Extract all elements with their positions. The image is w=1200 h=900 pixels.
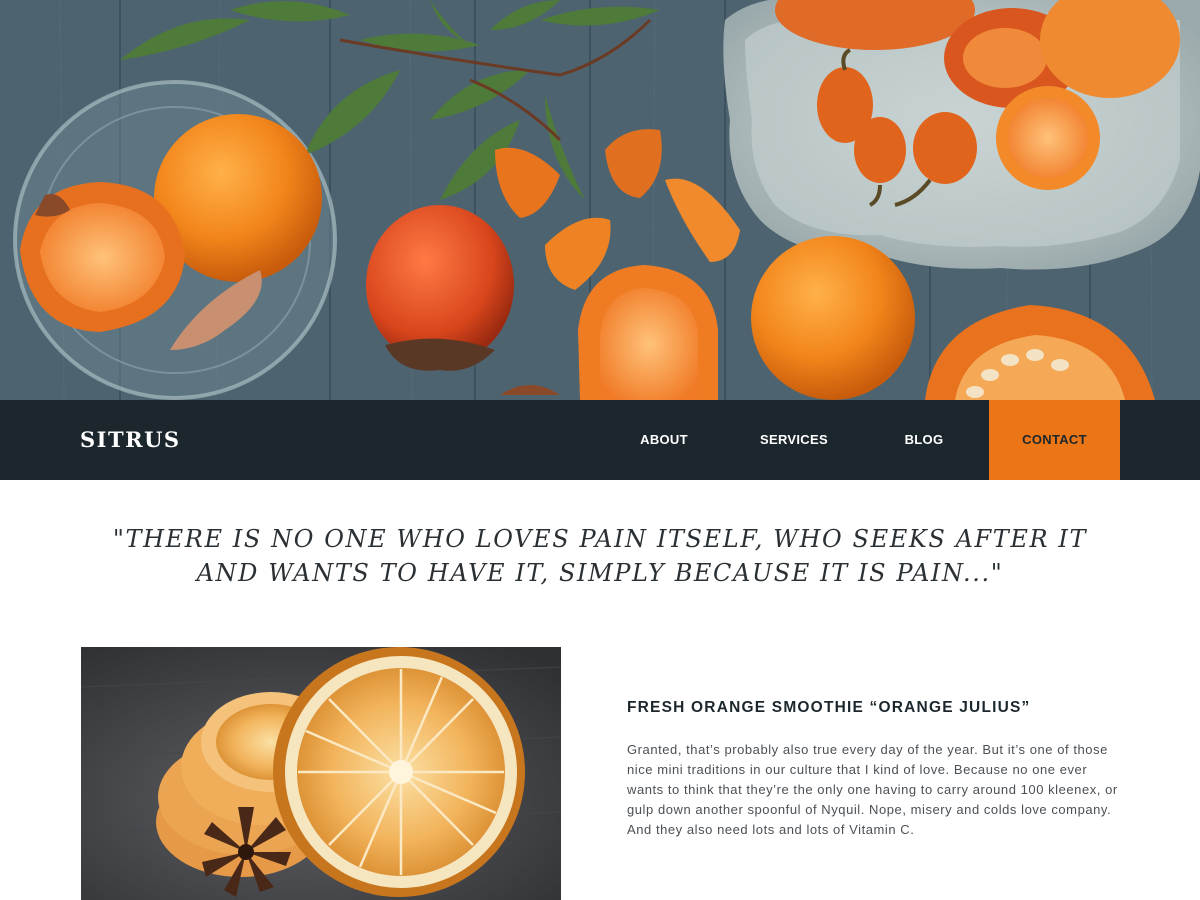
nav-contact-link[interactable]: CONTACT xyxy=(989,400,1120,480)
nav-about-link[interactable]: ABOUT xyxy=(599,400,729,480)
site-logo[interactable]: SITRUS xyxy=(80,400,181,480)
featured-quote: "THERE IS NO ONE WHO LOVES PAIN ITSELF, … xyxy=(100,522,1100,590)
nav-blog-link[interactable]: BLOG xyxy=(859,400,989,480)
article-title[interactable]: FRESH ORANGE SMOOTHIE “ORANGE JULIUS” xyxy=(627,699,1127,717)
nav-services-link[interactable]: SERVICES xyxy=(729,400,859,480)
top-nav: SITRUS ABOUT SERVICES BLOG CONTACT xyxy=(0,400,1200,480)
quote-line-2: AND WANTS TO HAVE IT, SIMPLY BECAUSE IT … xyxy=(196,559,1004,587)
article-body: Granted, that’s probably also true every… xyxy=(627,742,1118,837)
quote-line-1: "THERE IS NO ONE WHO LOVES PAIN ITSELF, … xyxy=(112,525,1088,553)
article-image xyxy=(81,647,561,900)
hero-image xyxy=(0,0,1200,400)
